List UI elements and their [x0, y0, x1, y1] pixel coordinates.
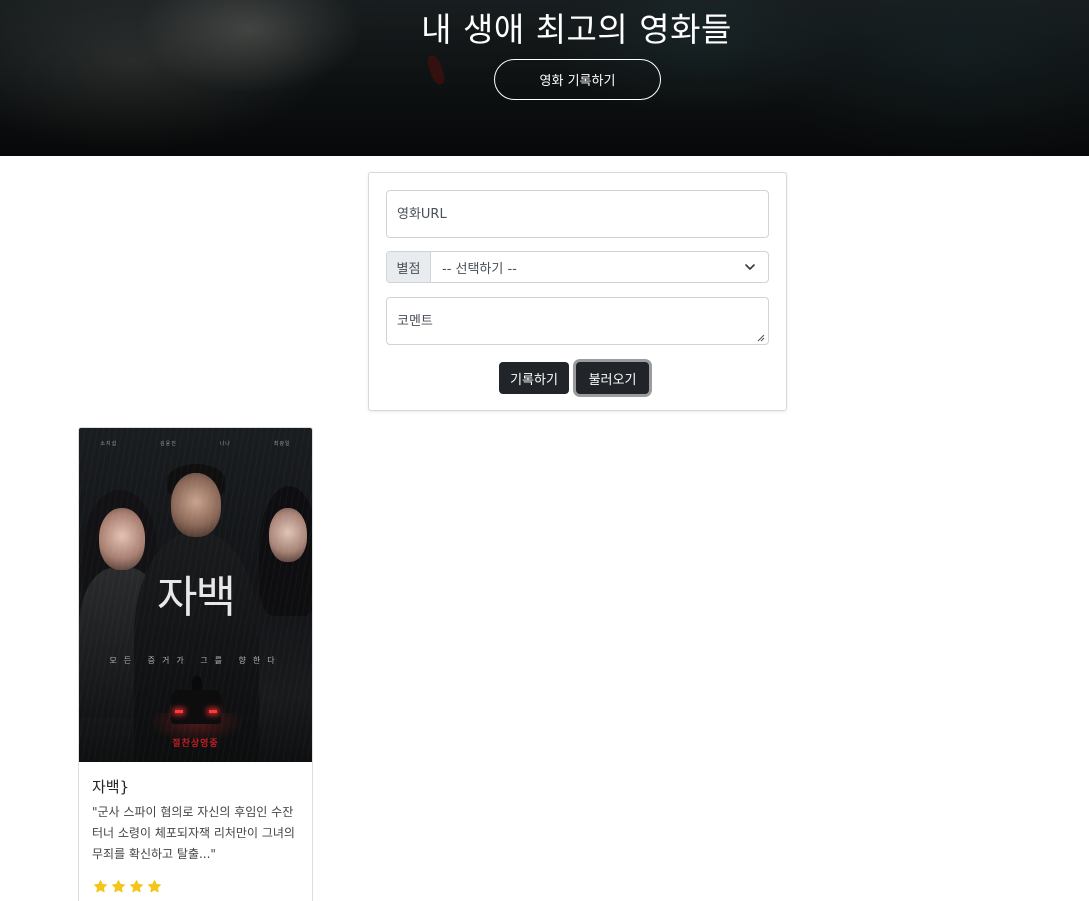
hero-banner: 내 생애 최고의 영화들 영화 기록하기	[0, 0, 1089, 156]
page-title: 내 생애 최고의 영화들	[421, 10, 732, 49]
rating-selected-value: -- 선택하기 --	[442, 261, 517, 277]
poster-release-text: 절찬상영중	[172, 739, 219, 749]
comment-textarea[interactable]	[386, 297, 769, 345]
poster-car	[171, 690, 221, 724]
card-title: 자백}	[92, 778, 130, 796]
star-icon	[148, 880, 161, 893]
movie-record-form: 별점 -- 선택하기 -- 기록하기 불러오기	[368, 172, 787, 411]
resize-handle-icon[interactable]	[755, 332, 765, 342]
card-description: "군사 스파이 혐의로 자신의 후임인 수잔 터너 소령이 체포되자잭 리처만이…	[92, 805, 295, 861]
poster-cast-name: 최광일	[273, 441, 291, 447]
poster-car-taillight	[209, 710, 217, 713]
movie-url-input[interactable]	[386, 190, 769, 238]
record-movie-button[interactable]: 영화 기록하기	[494, 59, 661, 100]
poster-cast-name: 나나	[219, 441, 231, 447]
chevron-down-icon	[745, 264, 755, 270]
banner-background-detail	[425, 53, 447, 87]
poster-title: 자백	[157, 572, 236, 623]
poster-car-taillight	[175, 710, 183, 713]
poster-cast-name: 김윤진	[160, 441, 177, 447]
load-button[interactable]: 불러오기	[576, 362, 649, 394]
rating-select-group: 별점 -- 선택하기 --	[386, 251, 769, 283]
star-icon	[112, 880, 125, 893]
rating-label: 별점	[387, 252, 431, 282]
star-rating	[93, 879, 162, 894]
star-icon	[130, 880, 143, 893]
poster-cast-name: 소지섭	[100, 441, 118, 447]
poster-tagline: 모든 증거가 그를 향한다	[109, 656, 282, 665]
movie-poster: 소지섭 김윤진 나나 최광일 자백 모든 증거가 그를 향한다 절찬상영중	[79, 428, 312, 762]
star-icon	[94, 880, 107, 893]
movie-card[interactable]: 소지섭 김윤진 나나 최광일 자백 모든 증거가 그를 향한다 절찬상영중 자백…	[78, 427, 313, 901]
poster-cast-names: 소지섭 김윤진 나나 최광일	[79, 440, 312, 447]
rating-select[interactable]: -- 선택하기 --	[431, 252, 768, 282]
submit-record-button[interactable]: 기록하기	[499, 362, 569, 394]
